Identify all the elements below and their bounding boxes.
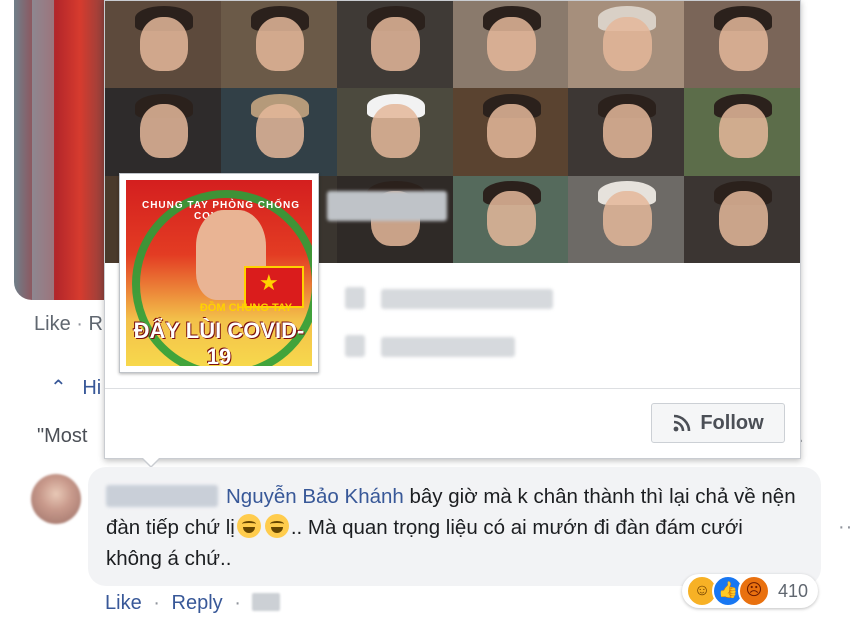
collage-tile <box>684 88 800 176</box>
photo-stripe <box>32 0 54 300</box>
collage-tile <box>220 88 337 176</box>
collage-tile <box>568 175 685 263</box>
blurred-cover-text <box>327 191 447 221</box>
collage-tile <box>105 1 221 89</box>
collage-tile <box>452 175 569 263</box>
action-separator: · <box>234 592 241 614</box>
profile-picture[interactable]: CHUNG TAY PHÒNG CHỐNG COVID-19 ★ ĐỒM CHU… <box>119 173 319 373</box>
hide-replies-label: Hi <box>82 377 102 399</box>
comment-body: Nguyễn Bảo Khánh bây giờ mà k chân thành… <box>106 481 796 574</box>
laughing-emoji-icon <box>264 514 289 538</box>
collage-tile <box>336 1 453 89</box>
blurred-info-line <box>381 337 515 357</box>
commenter-avatar[interactable] <box>31 474 81 524</box>
collage-tile <box>452 1 569 89</box>
comment-timestamp-blurred[interactable] <box>252 593 281 611</box>
post-like-link[interactable]: Like · R <box>34 313 103 336</box>
more-options-icon[interactable]: ··· <box>838 516 851 539</box>
hide-replies-link[interactable]: ⌃ Hi <box>50 375 101 400</box>
blurred-info-icon <box>345 287 365 309</box>
profile-picture-image: CHUNG TAY PHÒNG CHỐNG COVID-19 ★ ĐỒM CHU… <box>126 180 312 366</box>
action-separator: · <box>153 592 160 614</box>
laughing-emoji-icon <box>236 514 261 538</box>
profile-hovercard: CHUNG TAY PHÒNG CHỐNG COVID-19 ★ ĐỒM CHU… <box>104 0 801 468</box>
collage-tile <box>336 88 453 176</box>
rss-feed-icon <box>673 414 691 432</box>
collage-tile <box>220 1 337 89</box>
blurred-info-icon <box>345 335 365 357</box>
commenter-name-blurred[interactable] <box>106 485 218 507</box>
chevron-up-icon: ⌃ <box>50 377 67 399</box>
collage-tile <box>568 88 685 176</box>
quoted-text-fragment: "Most <box>37 425 88 447</box>
flag-star-icon: ★ <box>259 270 279 295</box>
post-reply-fragment[interactable]: R <box>88 313 102 335</box>
reaction-count: 410 <box>778 580 809 601</box>
comment-reply-link[interactable]: Reply <box>172 592 223 614</box>
collage-tile <box>684 175 800 263</box>
follow-button[interactable]: Follow <box>651 403 785 443</box>
post-action-separator: · <box>76 313 89 335</box>
avatar-sub-text: ĐỒM CHUNG TAY <box>199 302 293 314</box>
collage-tile <box>452 88 569 176</box>
comment-bubble: Nguyễn Bảo Khánh bây giờ mà k chân thành… <box>88 467 821 586</box>
comment-like-link[interactable]: Like <box>105 592 142 614</box>
collage-tile <box>568 1 685 89</box>
hovercard-divider <box>105 388 800 389</box>
post-like-label: Like <box>34 313 71 335</box>
avatar-main-text: ĐẨY LÙI COVID-19 <box>133 318 305 366</box>
blurred-info-line <box>381 289 553 309</box>
reaction-summary[interactable]: ☺ 👍 ☹ 410 <box>682 574 819 608</box>
comment-actions: Like · Reply · <box>105 592 281 615</box>
follow-label: Follow <box>700 411 764 434</box>
mention-link[interactable]: Nguyễn Bảo Khánh <box>226 485 404 508</box>
collage-tile <box>684 1 800 89</box>
angry-reaction-icon: ☹ <box>738 575 770 607</box>
collage-tile <box>105 88 221 176</box>
